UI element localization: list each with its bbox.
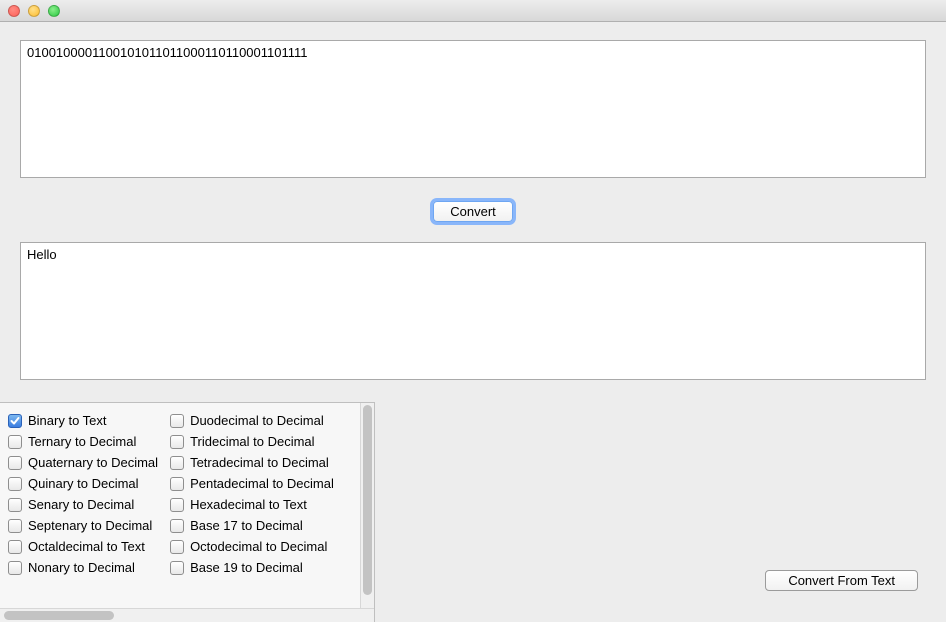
option-label: Pentadecimal to Decimal [190,476,334,491]
minimize-button[interactable] [28,5,40,17]
option-label: Nonary to Decimal [28,560,135,575]
convert-row: Convert [20,181,926,242]
options-col-1: Binary to Text Ternary to Decimal Quaterna… [8,413,158,604]
option-checkbox[interactable]: Base 17 to Decimal [170,518,334,533]
option-checkbox[interactable]: Octodecimal to Decimal [170,539,334,554]
option-checkbox[interactable]: Septenary to Decimal [8,518,158,533]
option-label: Septenary to Decimal [28,518,152,533]
option-checkbox[interactable]: Pentadecimal to Decimal [170,476,334,491]
option-checkbox[interactable]: Hexadecimal to Text [170,497,334,512]
option-checkbox[interactable]: Tetradecimal to Decimal [170,455,334,470]
checkbox-icon[interactable] [170,519,184,533]
checkbox-icon[interactable] [170,477,184,491]
checkbox-icon[interactable] [8,561,22,575]
checkbox-icon[interactable] [170,540,184,554]
options-vertical-scrollbar[interactable] [360,403,374,622]
option-label: Tridecimal to Decimal [190,434,315,449]
option-label: Tetradecimal to Decimal [190,455,329,470]
option-checkbox[interactable]: Duodecimal to Decimal [170,413,334,428]
checkbox-icon[interactable] [8,498,22,512]
vscroll-thumb[interactable] [363,405,372,595]
titlebar [0,0,946,22]
option-label: Quinary to Decimal [28,476,139,491]
option-label: Base 17 to Decimal [190,518,303,533]
checkbox-icon[interactable] [170,414,184,428]
option-checkbox[interactable]: Binary to Text [8,413,158,428]
option-label: Hexadecimal to Text [190,497,307,512]
options-panel: Binary to Text Ternary to Decimal Quaterna… [0,402,375,622]
option-label: Senary to Decimal [28,497,134,512]
option-label: Base 19 to Decimal [190,560,303,575]
option-checkbox[interactable]: Ternary to Decimal [8,434,158,449]
close-button[interactable] [8,5,20,17]
checkbox-icon[interactable] [8,456,22,470]
option-checkbox[interactable]: Tridecimal to Decimal [170,434,334,449]
option-checkbox[interactable]: Nonary to Decimal [8,560,158,575]
option-checkbox[interactable]: Quaternary to Decimal [8,455,158,470]
option-checkbox[interactable]: Base 19 to Decimal [170,560,334,575]
options-horizontal-scrollbar[interactable] [0,608,374,622]
option-label: Quaternary to Decimal [28,455,158,470]
option-label: Octodecimal to Decimal [190,539,327,554]
hscroll-thumb[interactable] [4,611,114,620]
bottom-row: Binary to Text Ternary to Decimal Quaterna… [0,402,946,622]
convert-from-text-button[interactable]: Convert From Text [765,570,918,591]
checkbox-icon[interactable] [170,561,184,575]
checkbox-icon[interactable] [8,540,22,554]
checkbox-icon[interactable] [170,498,184,512]
option-checkbox[interactable]: Quinary to Decimal [8,476,158,491]
checkbox-icon[interactable] [8,519,22,533]
checkbox-icon[interactable] [170,456,184,470]
checkbox-icon[interactable] [170,435,184,449]
options-col-2: Duodecimal to Decimal Tridecimal to Decim… [170,413,334,604]
convert-button[interactable]: Convert [433,201,513,222]
checkbox-icon[interactable] [8,435,22,449]
options-grid: Binary to Text Ternary to Decimal Quaterna… [0,403,374,608]
option-label: Ternary to Decimal [28,434,136,449]
option-checkbox[interactable]: Octaldecimal to Text [8,539,158,554]
checkbox-icon[interactable] [8,477,22,491]
option-label: Duodecimal to Decimal [190,413,324,428]
checkbox-icon[interactable] [8,414,22,428]
main-content: Convert [0,22,946,383]
output-textarea[interactable] [20,242,926,380]
option-checkbox[interactable]: Senary to Decimal [8,497,158,512]
option-label: Octaldecimal to Text [28,539,145,554]
zoom-button[interactable] [48,5,60,17]
input-textarea[interactable] [20,40,926,178]
bottom-right-area: Convert From Text [375,402,946,622]
option-label: Binary to Text [28,413,107,428]
